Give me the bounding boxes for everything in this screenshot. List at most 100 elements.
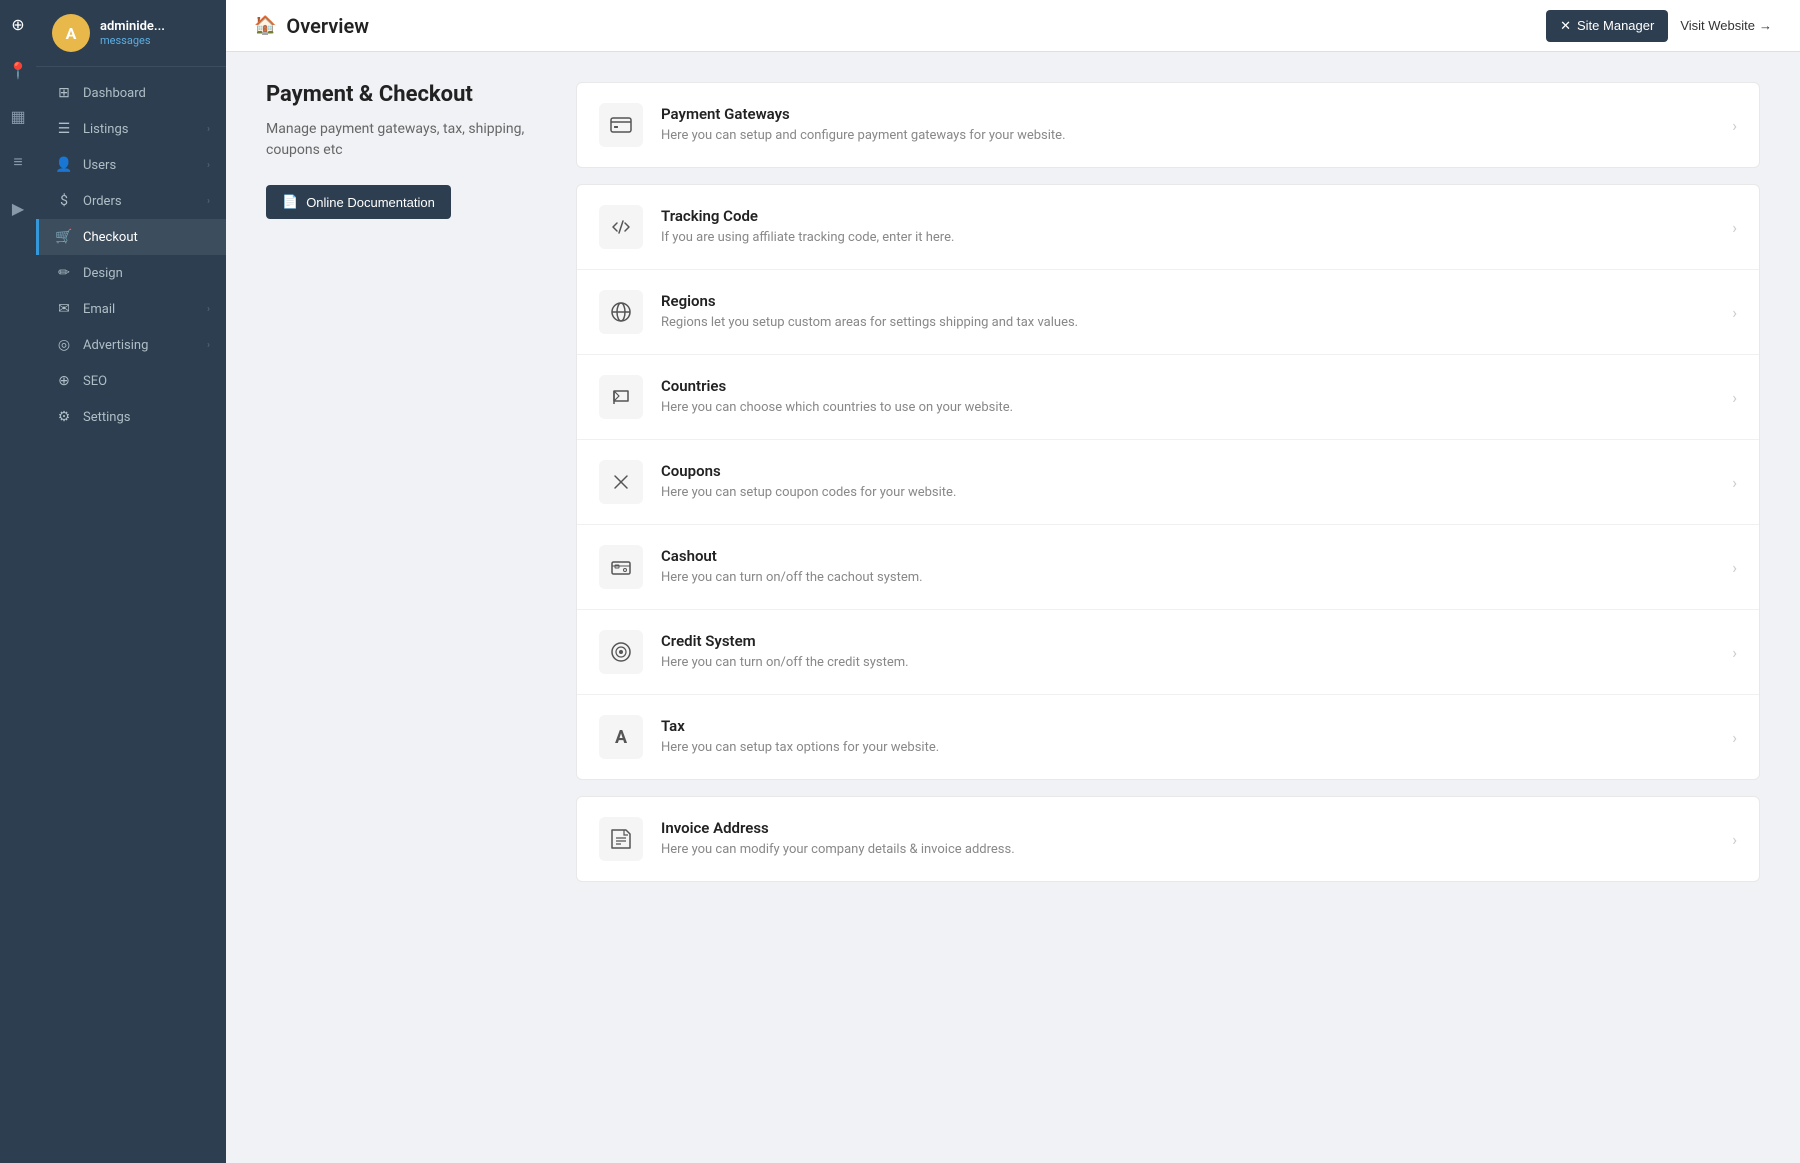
payment-gateways-icon [599, 103, 643, 147]
avatar: A [52, 14, 90, 52]
cashout-desc: Here you can turn on/off the cachout sys… [661, 569, 1720, 587]
coupons-desc: Here you can setup coupon codes for your… [661, 484, 1720, 502]
site-manager-button[interactable]: ✕ Site Manager [1546, 10, 1668, 42]
site-manager-icon: ✕ [1560, 18, 1571, 34]
content-area: Payment & Checkout Manage payment gatewa… [226, 52, 1800, 1163]
tax-desc: Here you can setup tax options for your … [661, 739, 1720, 757]
advertising-icon: ◎ [55, 337, 73, 353]
chevron-right-icon: › [1732, 728, 1737, 747]
home-icon: 🏠 [254, 15, 276, 36]
sidebar-item-dashboard[interactable]: ⊞ Dashboard [36, 75, 226, 111]
right-panel: Payment Gateways Here you can setup and … [576, 82, 1760, 1133]
chevron-right-icon: › [1732, 218, 1737, 237]
tracking-code-item[interactable]: Tracking Code If you are using affiliate… [577, 185, 1759, 270]
left-panel: Payment & Checkout Manage payment gatewa… [266, 82, 546, 1133]
chevron-right-icon: › [1732, 116, 1737, 135]
sidebar-item-settings[interactable]: ⚙ Settings [36, 399, 226, 435]
invoice-address-title: Invoice Address [661, 819, 1720, 837]
regions-title: Regions [661, 292, 1720, 310]
coupons-text: Coupons Here you can setup coupon codes … [661, 462, 1720, 502]
visit-website-label: Visit Website [1680, 18, 1755, 33]
design-icon: ✏ [55, 265, 73, 281]
credit-system-desc: Here you can turn on/off the credit syst… [661, 654, 1720, 672]
doc-button-label: Online Documentation [306, 195, 435, 210]
topbar: 🏠 Overview ✕ Site Manager Visit Website … [226, 0, 1800, 52]
section-title: Payment & Checkout [266, 82, 546, 107]
sidebar-item-checkout[interactable]: 🛒 Checkout [36, 219, 226, 255]
countries-desc: Here you can choose which countries to u… [661, 399, 1720, 417]
sidebar-item-label: Listings [83, 122, 128, 137]
page-title: Overview [286, 14, 369, 38]
coupons-item[interactable]: Coupons Here you can setup coupon codes … [577, 440, 1759, 525]
sidebar-item-label: Settings [83, 410, 130, 425]
sidebar-item-label: Advertising [83, 338, 148, 353]
bar-icon-home[interactable]: ⊕ [4, 10, 32, 38]
sidebar-item-users[interactable]: 👤 Users › [36, 147, 226, 183]
topbar-left: 🏠 Overview [254, 14, 369, 38]
sidebar-item-email[interactable]: ✉ Email › [36, 291, 226, 327]
chevron-right-icon: › [207, 160, 210, 171]
sidebar-item-label: Checkout [83, 230, 138, 245]
sidebar-nav: ⊞ Dashboard ☰ Listings › 👤 Users › $ Ord… [36, 67, 226, 1163]
chevron-right-icon: › [1732, 388, 1737, 407]
invoice-address-desc: Here you can modify your company details… [661, 841, 1720, 859]
coupons-title: Coupons [661, 462, 1720, 480]
tracking-code-title: Tracking Code [661, 207, 1720, 225]
main-area: 🏠 Overview ✕ Site Manager Visit Website … [226, 0, 1800, 1163]
orders-icon: $ [55, 193, 73, 209]
sidebar-header: A adminide... messages [36, 0, 226, 67]
bar-icon-grid[interactable]: ▦ [4, 102, 32, 130]
dashboard-icon: ⊞ [55, 85, 73, 101]
tax-title: Tax [661, 717, 1720, 735]
arrow-icon: → [1759, 18, 1772, 33]
visit-website-button[interactable]: Visit Website → [1680, 18, 1772, 33]
username: adminide... [100, 19, 165, 34]
invoice-address-text: Invoice Address Here you can modify your… [661, 819, 1720, 859]
site-manager-label: Site Manager [1577, 18, 1654, 33]
countries-icon [599, 375, 643, 419]
chevron-right-icon: › [207, 124, 210, 135]
sidebar-item-orders[interactable]: $ Orders › [36, 183, 226, 219]
regions-icon [599, 290, 643, 334]
countries-item[interactable]: Countries Here you can choose which coun… [577, 355, 1759, 440]
tracking-code-text: Tracking Code If you are using affiliate… [661, 207, 1720, 247]
payment-gateways-card: Payment Gateways Here you can setup and … [576, 82, 1760, 168]
sidebar-item-advertising[interactable]: ◎ Advertising › [36, 327, 226, 363]
sidebar: A adminide... messages ⊞ Dashboard ☰ Lis… [36, 0, 226, 1163]
bar-icon-list[interactable]: ≡ [4, 148, 32, 176]
topbar-right: ✕ Site Manager Visit Website → [1546, 10, 1772, 42]
regions-item[interactable]: Regions Regions let you setup custom are… [577, 270, 1759, 355]
countries-title: Countries [661, 377, 1720, 395]
chevron-right-icon: › [1732, 473, 1737, 492]
checkout-icon: 🛒 [55, 229, 73, 245]
main-options-card: Tracking Code If you are using affiliate… [576, 184, 1760, 780]
tax-item[interactable]: A Tax Here you can setup tax options for… [577, 695, 1759, 779]
credit-system-item[interactable]: Credit System Here you can turn on/off t… [577, 610, 1759, 695]
cashout-item[interactable]: Cashout Here you can turn on/off the cac… [577, 525, 1759, 610]
sidebar-item-seo[interactable]: ⊕ SEO [36, 363, 226, 399]
sidebar-item-label: SEO [83, 374, 107, 389]
bar-icon-pin[interactable]: 📍 [4, 56, 32, 84]
bar-icon-play[interactable]: ▶ [4, 194, 32, 222]
chevron-right-icon: › [207, 340, 210, 351]
doc-icon: 📄 [282, 194, 298, 210]
settings-icon: ⚙ [55, 409, 73, 425]
countries-text: Countries Here you can choose which coun… [661, 377, 1720, 417]
online-documentation-button[interactable]: 📄 Online Documentation [266, 185, 451, 219]
chevron-right-icon: › [1732, 830, 1737, 849]
email-icon: ✉ [55, 301, 73, 317]
sidebar-item-listings[interactable]: ☰ Listings › [36, 111, 226, 147]
sidebar-item-label: Email [83, 302, 115, 317]
tracking-code-desc: If you are using affiliate tracking code… [661, 229, 1720, 247]
chevron-right-icon: › [1732, 643, 1737, 662]
icon-bar: ⊕ 📍 ▦ ≡ ▶ [0, 0, 36, 1163]
cashout-icon [599, 545, 643, 589]
sidebar-item-design[interactable]: ✏ Design [36, 255, 226, 291]
payment-gateways-item[interactable]: Payment Gateways Here you can setup and … [577, 83, 1759, 167]
sidebar-item-label: Design [83, 266, 123, 281]
payment-gateways-desc: Here you can setup and configure payment… [661, 127, 1720, 145]
seo-icon: ⊕ [55, 373, 73, 389]
users-icon: 👤 [55, 157, 73, 173]
invoice-address-item[interactable]: Invoice Address Here you can modify your… [577, 797, 1759, 881]
messages-link[interactable]: messages [100, 34, 165, 47]
